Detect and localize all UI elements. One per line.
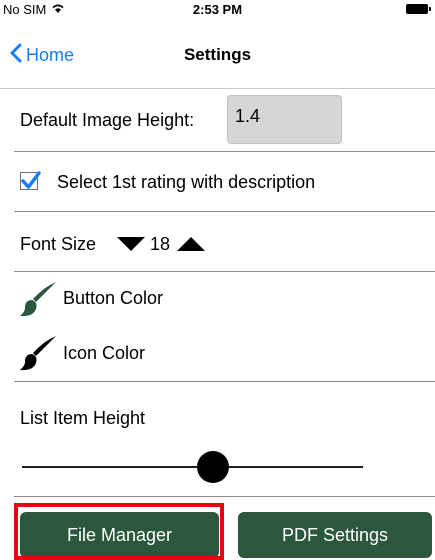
status-time: 2:53 PM	[192, 2, 243, 17]
image-height-label: Default Image Height:	[20, 110, 195, 130]
font-size-increase-button[interactable]	[177, 237, 205, 251]
image-height-input[interactable]: 1.4	[227, 95, 342, 144]
navigation-bar: Home Settings	[0, 20, 435, 89]
page-title: Settings	[183, 45, 252, 64]
pdf-settings-button[interactable]: PDF Settings	[238, 512, 432, 558]
slider-thumb[interactable]	[196, 451, 229, 483]
divider	[14, 151, 435, 152]
paint-brush-icon[interactable]	[18, 334, 58, 374]
battery-icon	[406, 4, 431, 14]
status-bar: No SIM 2:53 PM	[0, 0, 435, 20]
file-manager-button[interactable]: File Manager	[20, 512, 219, 558]
font-size-value: 18	[150, 234, 171, 254]
paint-brush-icon[interactable]	[18, 280, 58, 320]
divider	[14, 496, 435, 497]
divider	[14, 211, 435, 212]
checkmark-icon	[21, 171, 41, 189]
list-item-height-label: List Item Height	[20, 408, 146, 428]
font-size-decrease-button[interactable]	[117, 237, 145, 251]
list-item-height-slider[interactable]	[22, 466, 363, 468]
icon-color-label: Icon Color	[63, 343, 146, 363]
divider	[14, 381, 435, 382]
rating-label: Select 1st rating with description	[57, 172, 316, 192]
rating-checkbox[interactable]	[20, 171, 41, 190]
font-size-label: Font Size	[20, 234, 97, 254]
button-color-label: Button Color	[63, 288, 164, 308]
divider	[14, 271, 435, 272]
